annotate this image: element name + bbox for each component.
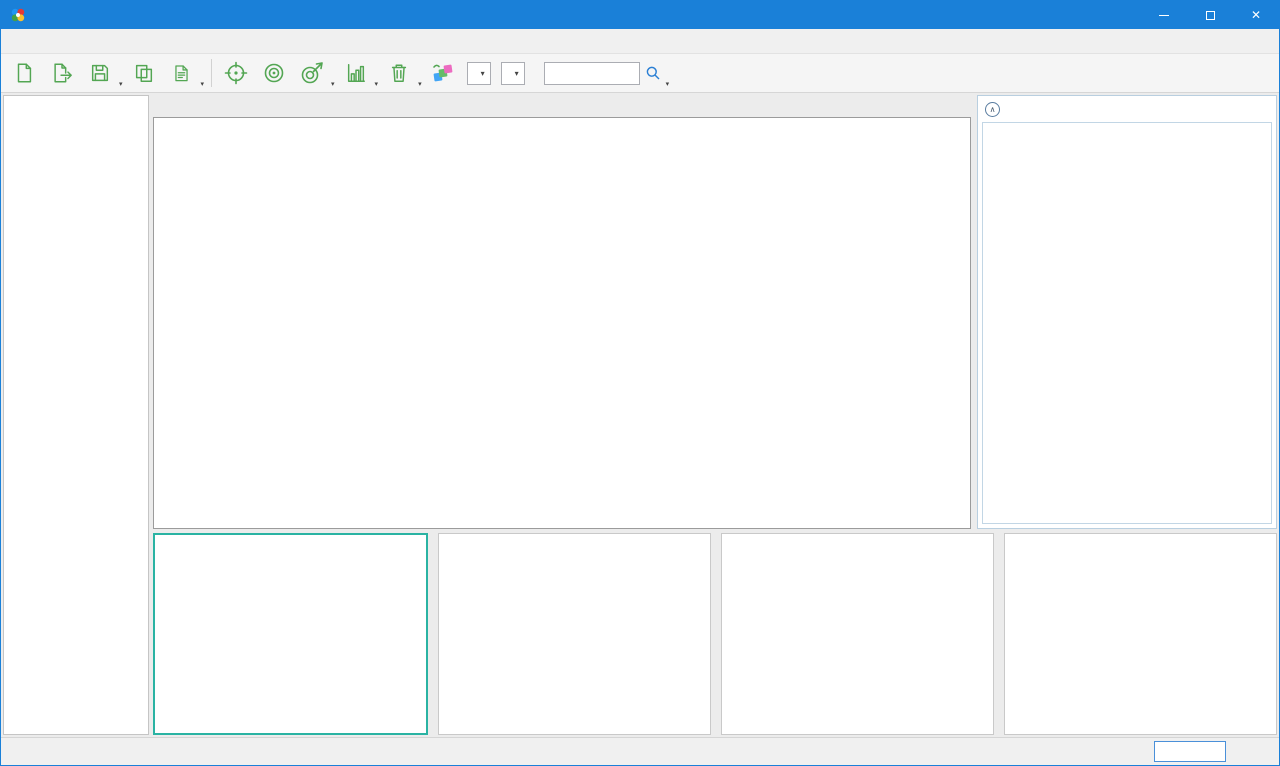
toolbar-separator xyxy=(211,59,212,87)
word-document-icon xyxy=(172,64,191,83)
chart-button[interactable] xyxy=(337,55,375,91)
maximize-button[interactable] xyxy=(1187,1,1233,29)
close-button[interactable]: ✕ xyxy=(1233,1,1279,29)
color-tools-button[interactable] xyxy=(424,55,462,91)
color-layers-icon xyxy=(431,61,455,85)
auto-mode-button[interactable] xyxy=(1154,741,1226,762)
color-diff-panel: ∧ xyxy=(977,95,1277,529)
app-window: ✕ ▾ ▾ ▾ xyxy=(0,0,1280,766)
new-document-button[interactable] xyxy=(5,55,43,91)
export-button[interactable] xyxy=(43,55,81,91)
delta-e-trend-chart[interactable] xyxy=(438,533,711,735)
app-logo-icon xyxy=(10,7,26,23)
measurement-mode-select[interactable]: ▾ xyxy=(467,62,491,85)
collapse-panel-icon[interactable]: ∧ xyxy=(985,102,1000,117)
concentric-circles-icon xyxy=(262,61,286,85)
crosshair-target-icon xyxy=(224,61,248,85)
tables-and-panel: ∧ xyxy=(153,95,1277,529)
word-dropdown-icon[interactable]: ▾ xyxy=(201,80,205,88)
measure-dropdown-icon[interactable]: ▾ xyxy=(331,80,335,88)
spectral-reflectance-chart[interactable] xyxy=(721,533,994,735)
search-input[interactable] xyxy=(544,62,640,85)
chevron-down-icon: ▾ xyxy=(481,69,485,78)
minimize-icon xyxy=(1159,15,1169,16)
menubar xyxy=(1,29,1279,53)
search-button[interactable] xyxy=(640,61,666,85)
standard-measure-button[interactable] xyxy=(255,55,293,91)
export-icon xyxy=(51,62,73,84)
lab-color-space-chart[interactable] xyxy=(1004,533,1277,735)
titlebar: ✕ xyxy=(1,1,1279,29)
main-content: ∧ xyxy=(1,93,1279,737)
delta-ab-scatter-chart[interactable] xyxy=(153,533,428,735)
statusbar xyxy=(1,737,1279,765)
save-button[interactable] xyxy=(81,55,119,91)
toolbar-overflow-icon[interactable]: ▾ xyxy=(666,80,670,88)
toolbar: ▾ ▾ ▾ ▾ ▾ xyxy=(1,53,1279,93)
samples-table-container xyxy=(153,117,971,529)
maximize-icon xyxy=(1206,11,1215,20)
illuminant-observer-select[interactable]: ▾ xyxy=(501,62,525,85)
chart-dropdown-icon[interactable]: ▾ xyxy=(375,80,379,88)
charts-row xyxy=(153,533,1277,735)
trash-icon xyxy=(388,62,410,84)
save-icon xyxy=(89,62,111,84)
tables-column xyxy=(153,95,971,529)
search-icon xyxy=(645,65,661,81)
sample-tree xyxy=(3,95,149,735)
minimize-button[interactable] xyxy=(1141,1,1187,29)
measure-arrow-icon xyxy=(300,61,324,85)
calibrate-button[interactable] xyxy=(217,55,255,91)
copy-button[interactable] xyxy=(125,55,163,91)
export-word-button[interactable] xyxy=(163,55,201,91)
copy-icon xyxy=(133,62,155,84)
bar-chart-icon xyxy=(345,62,367,84)
color-diff-body xyxy=(982,122,1272,524)
window-controls: ✕ xyxy=(1141,1,1279,29)
search-area xyxy=(544,61,666,85)
delete-button[interactable] xyxy=(380,55,418,91)
workspace: ∧ xyxy=(153,95,1277,735)
delete-dropdown-icon[interactable]: ▾ xyxy=(418,80,422,88)
chevron-down-icon: ▾ xyxy=(515,69,519,78)
color-diff-header: ∧ xyxy=(978,96,1276,122)
sample-measure-button[interactable] xyxy=(293,55,331,91)
save-dropdown-icon[interactable]: ▾ xyxy=(119,80,123,88)
